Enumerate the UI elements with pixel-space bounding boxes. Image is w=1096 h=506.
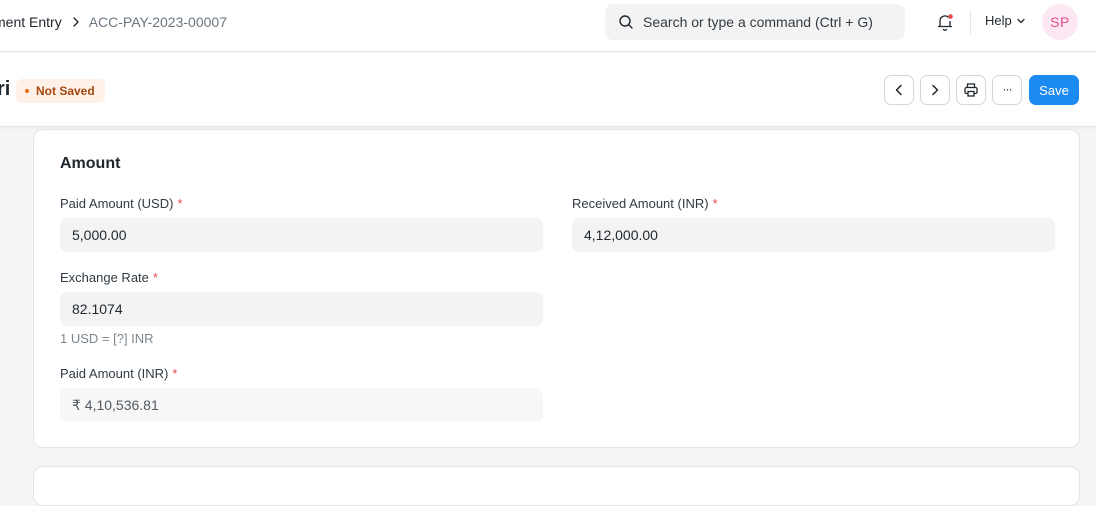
amount-section-card: Amount Paid Amount (USD) * 5,000.00 Recei… xyxy=(33,129,1080,448)
next-section-card xyxy=(33,466,1080,506)
breadcrumb-payment-entry[interactable]: ment Entry xyxy=(0,14,62,30)
chevron-right-icon xyxy=(932,84,939,96)
paid-amount-usd-label-text: Paid Amount (USD) xyxy=(60,196,174,211)
more-actions-button[interactable]: ··· xyxy=(992,75,1022,105)
exchange-rate-label: Exchange Rate * xyxy=(60,270,158,285)
exchange-rate-field[interactable]: 82.1074 xyxy=(60,292,543,326)
search-placeholder: Search or type a command (Ctrl + G) xyxy=(643,14,873,30)
breadcrumb-document-id[interactable]: ACC-PAY-2023-00007 xyxy=(89,14,227,30)
received-amount-inr-label-text: Received Amount (INR) xyxy=(572,196,709,211)
status-label: Not Saved xyxy=(36,84,95,98)
required-marker: * xyxy=(712,196,718,211)
received-amount-inr-field[interactable]: 4,12,000.00 xyxy=(572,218,1055,252)
next-document-button[interactable] xyxy=(920,75,950,105)
navbar-divider xyxy=(970,10,971,34)
exchange-rate-label-text: Exchange Rate xyxy=(60,270,149,285)
status-badge: Not Saved xyxy=(16,79,105,103)
exchange-rate-description: 1 USD = [?] INR xyxy=(60,331,154,346)
save-button[interactable]: Save xyxy=(1029,75,1079,105)
status-dot-icon xyxy=(25,89,29,93)
paid-amount-inr-label: Paid Amount (INR) * xyxy=(60,366,177,381)
chevron-right-icon xyxy=(72,17,80,27)
page-title: ri xyxy=(0,78,11,100)
printer-icon xyxy=(964,83,978,97)
help-label: Help xyxy=(985,13,1012,28)
top-navbar: ment Entry ACC-PAY-2023-00007 Search or … xyxy=(0,0,1096,52)
received-amount-inr-label: Received Amount (INR) * xyxy=(572,196,718,211)
paid-amount-inr-field: ₹ 4,10,536.81 xyxy=(60,388,543,422)
breadcrumb: ment Entry ACC-PAY-2023-00007 xyxy=(0,0,227,44)
search-icon xyxy=(618,14,634,30)
previous-document-button[interactable] xyxy=(884,75,914,105)
required-marker: * xyxy=(177,196,183,211)
required-marker: * xyxy=(172,366,178,381)
search-input[interactable]: Search or type a command (Ctrl + G) xyxy=(605,4,905,40)
page-head: ri Not Saved ··· Save xyxy=(0,53,1096,127)
section-title-amount: Amount xyxy=(60,155,121,172)
required-marker: * xyxy=(152,270,158,285)
print-button[interactable] xyxy=(956,75,986,105)
paid-amount-usd-field[interactable]: 5,000.00 xyxy=(60,218,543,252)
more-horizontal-icon: ··· xyxy=(1002,82,1013,96)
chevron-left-icon xyxy=(895,84,902,96)
user-avatar[interactable]: SP xyxy=(1042,4,1078,40)
paid-amount-inr-label-text: Paid Amount (INR) xyxy=(60,366,169,381)
help-dropdown[interactable]: Help xyxy=(985,13,1026,28)
chevron-down-icon xyxy=(1017,18,1025,23)
notification-bell-icon[interactable] xyxy=(935,12,955,32)
paid-amount-usd-label: Paid Amount (USD) * xyxy=(60,196,183,211)
